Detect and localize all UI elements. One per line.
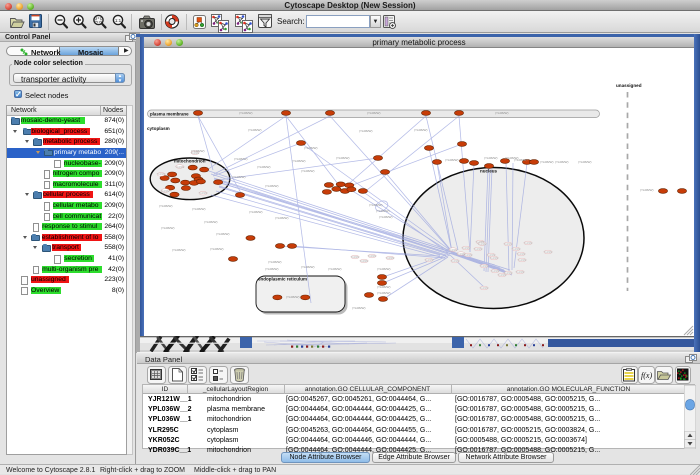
svg-text:(YL082W): (YL082W) xyxy=(377,291,391,295)
svg-text:(YL082W): (YL082W) xyxy=(495,111,509,115)
svg-text:(YL082W): (YL082W) xyxy=(377,285,391,289)
svg-text:(YL082W): (YL082W) xyxy=(268,260,282,264)
svg-text:(YL082W): (YL082W) xyxy=(640,188,654,192)
svg-text:YLR082: YLR082 xyxy=(449,249,458,252)
svg-text:YLR082: YLR082 xyxy=(451,260,460,263)
svg-text:YLR082: YLR082 xyxy=(464,254,473,257)
svg-text:(YL082W): (YL082W) xyxy=(304,146,318,150)
svg-text:YLR082: YLR082 xyxy=(516,271,525,274)
svg-text:YLR082: YLR082 xyxy=(351,256,360,259)
svg-text:unassigned: unassigned xyxy=(616,83,642,88)
svg-text:(YL082W): (YL082W) xyxy=(301,169,315,173)
svg-text:YLR082: YLR082 xyxy=(368,255,377,258)
svg-text:(YL082W): (YL082W) xyxy=(172,248,186,252)
svg-text:(YL082W): (YL082W) xyxy=(192,207,206,211)
svg-text:YLR082: YLR082 xyxy=(504,243,513,246)
svg-text:YLR082: YLR082 xyxy=(491,270,500,273)
svg-text:(YL082W): (YL082W) xyxy=(376,209,390,213)
svg-text:(YL082W): (YL082W) xyxy=(445,158,459,162)
svg-text:YLR082: YLR082 xyxy=(161,190,170,193)
svg-text:YLR082: YLR082 xyxy=(498,274,507,277)
svg-text:(YL082W): (YL082W) xyxy=(514,158,528,162)
svg-text:mitochondrion: mitochondrion xyxy=(174,159,206,164)
svg-text:(YL082W): (YL082W) xyxy=(210,247,224,251)
svg-text:cytoplasm: cytoplasm xyxy=(147,126,170,131)
svg-text:(YL082W): (YL082W) xyxy=(248,128,262,132)
svg-text:YLR082: YLR082 xyxy=(386,257,395,260)
svg-text:(YL082W): (YL082W) xyxy=(540,160,554,164)
svg-text:YLR082: YLR082 xyxy=(512,248,521,251)
svg-text:plasma membrane: plasma membrane xyxy=(150,112,189,117)
svg-text:(YL082W): (YL082W) xyxy=(234,157,248,161)
svg-text:(YL082W): (YL082W) xyxy=(216,232,230,236)
svg-text:(YL082W): (YL082W) xyxy=(578,160,592,164)
svg-text:YLR082: YLR082 xyxy=(474,248,483,251)
svg-text:1:1: 1:1 xyxy=(115,18,122,23)
svg-text:(YL082W): (YL082W) xyxy=(249,210,263,214)
svg-text:YLR082: YLR082 xyxy=(157,173,166,176)
svg-text:YLR082: YLR082 xyxy=(199,192,208,195)
svg-text:YLR082: YLR082 xyxy=(490,257,499,260)
svg-text:nucleus: nucleus xyxy=(480,169,498,174)
svg-text:(YL082W): (YL082W) xyxy=(232,175,246,179)
svg-text:YLR082: YLR082 xyxy=(480,287,489,290)
svg-text:(YL082W): (YL082W) xyxy=(414,128,428,132)
svg-text:(YL082W): (YL082W) xyxy=(257,165,271,169)
svg-text:(YL082W): (YL082W) xyxy=(301,265,315,269)
svg-text:YLR082: YLR082 xyxy=(524,242,533,245)
svg-text:(YL082W): (YL082W) xyxy=(359,129,373,133)
svg-text:YLR082: YLR082 xyxy=(517,253,526,256)
svg-text:f(x): f(x) xyxy=(641,371,652,380)
svg-text:(YL082W): (YL082W) xyxy=(265,267,279,271)
svg-text:endoplasmic reticulum: endoplasmic reticulum xyxy=(258,277,307,282)
svg-text:(YL082W): (YL082W) xyxy=(239,111,253,115)
svg-text:YLR082: YLR082 xyxy=(518,259,527,262)
svg-text:(YL082W): (YL082W) xyxy=(159,204,173,208)
svg-text:(YL082W): (YL082W) xyxy=(265,184,279,188)
svg-text:(YL082W): (YL082W) xyxy=(377,267,391,271)
svg-text:(YL082W): (YL082W) xyxy=(204,220,218,224)
svg-text:(YL082W): (YL082W) xyxy=(191,149,205,153)
svg-text:YLR082: YLR082 xyxy=(425,259,434,262)
svg-text:(YL082W): (YL082W) xyxy=(555,160,569,164)
svg-text:(YL082W): (YL082W) xyxy=(161,226,175,230)
svg-text:YLR082: YLR082 xyxy=(462,247,471,250)
svg-text:(YL082W): (YL082W) xyxy=(336,156,350,160)
svg-text:(YL082W): (YL082W) xyxy=(275,216,289,220)
svg-text:(YL082W): (YL082W) xyxy=(328,267,342,271)
svg-text:(YL082W): (YL082W) xyxy=(379,215,393,219)
svg-text:(YL082W): (YL082W) xyxy=(367,111,381,115)
svg-text:(YL082W): (YL082W) xyxy=(369,203,383,207)
svg-text:YLR082: YLR082 xyxy=(176,166,185,169)
svg-text:(YL082W): (YL082W) xyxy=(484,156,498,160)
svg-text:YLR082: YLR082 xyxy=(478,243,487,246)
svg-text:(YL082W): (YL082W) xyxy=(352,306,366,310)
svg-text:YLR082: YLR082 xyxy=(360,260,369,263)
svg-text:(YL082W): (YL082W) xyxy=(292,159,306,163)
svg-text:YLR082: YLR082 xyxy=(480,265,489,268)
svg-text:(YL082W): (YL082W) xyxy=(286,295,300,299)
svg-text:YLR082: YLR082 xyxy=(544,251,553,254)
